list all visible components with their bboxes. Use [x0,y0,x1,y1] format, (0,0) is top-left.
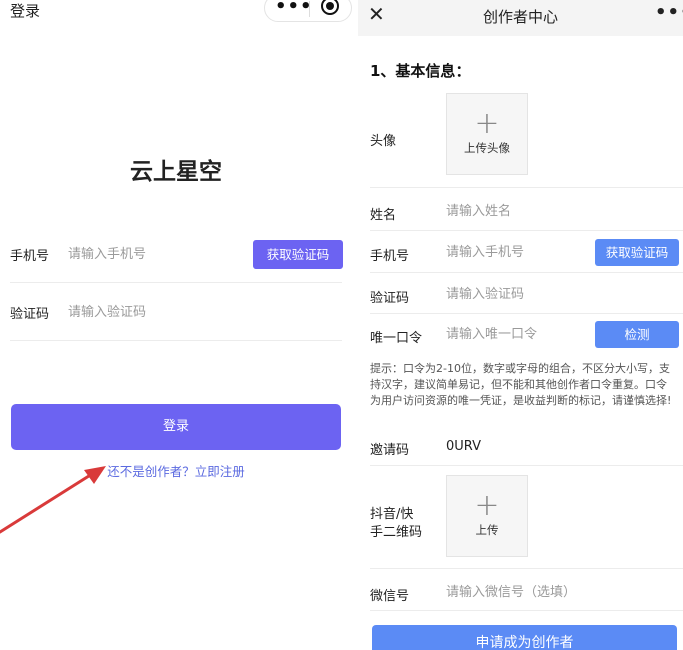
code-input[interactable] [68,299,238,325]
code-row: 验证码 [10,285,342,341]
qrcode-label-line2: 手二维码 [370,525,423,540]
divider [370,313,683,314]
divider [370,568,683,569]
plus-icon: + [474,106,500,141]
login-screen: 登录 ••• 云上星空 手机号 获取验证码 验证码 登录 还不是创作者？立即注册 [0,0,352,650]
token-input[interactable] [446,322,596,346]
login-button[interactable]: 登录 [11,404,341,450]
wechat-label: 微信号 [370,589,410,604]
capsule-divider [309,1,310,17]
plus-icon: + [474,488,500,523]
code-label: 验证码 [10,307,50,322]
phone-input[interactable] [68,241,238,267]
mini-program-capsule[interactable]: ••• [264,0,352,22]
phone-row: 手机号 获取验证码 [10,227,343,283]
app-name: 云上星空 [130,159,222,185]
more-icon[interactable]: ••• [655,2,683,23]
divider [370,610,683,611]
qrcode-upload-text: 上传 [475,523,499,537]
token-hint: 提示：口令为2-10位，数字或字母的组合，不区分大小写，支持汉字，建议简单易记，… [370,362,672,407]
code-label: 验证码 [370,291,410,306]
divider [370,230,683,231]
qrcode-label-line1: 抖音/快 [370,507,414,522]
divider [370,187,683,188]
name-input[interactable] [446,199,596,223]
phone-label: 手机号 [10,249,50,264]
apply-creator-button[interactable]: 申请成为创作者 [372,625,677,650]
check-button[interactable]: 检测 [595,321,679,348]
invite-code-value: 0URV [446,439,482,454]
phone-label: 手机号 [370,249,410,264]
avatar-label: 头像 [370,134,397,149]
divider [370,272,683,273]
more-icon[interactable]: ••• [275,0,313,17]
phone-input[interactable] [446,240,596,264]
close-mini-program-icon[interactable] [321,0,339,15]
token-label: 唯一口令 [370,331,423,346]
invite-label: 邀请码 [370,443,410,458]
red-arrow-annotation [0,466,106,534]
avatar-upload-text: 上传头像 [464,141,510,155]
divider [370,465,683,466]
page-title: 创作者中心 [482,8,558,26]
get-code-button[interactable]: 获取验证码 [595,239,679,266]
qrcode-upload[interactable]: + 上传 [446,475,528,557]
get-code-button[interactable]: 获取验证码 [253,240,343,269]
section-title: 1、基本信息： [370,62,471,80]
nav-bar: ✕ 创作者中心 ••• [358,0,683,36]
page-title: 登录 [10,2,41,20]
creator-center-screen: ✕ 创作者中心 ••• 1、基本信息： 头像 + 上传头像 姓名 手机号 获取验… [358,0,683,650]
wechat-input[interactable] [446,580,646,604]
name-label: 姓名 [370,208,397,223]
code-input[interactable] [446,282,596,306]
avatar-upload[interactable]: + 上传头像 [446,93,528,175]
